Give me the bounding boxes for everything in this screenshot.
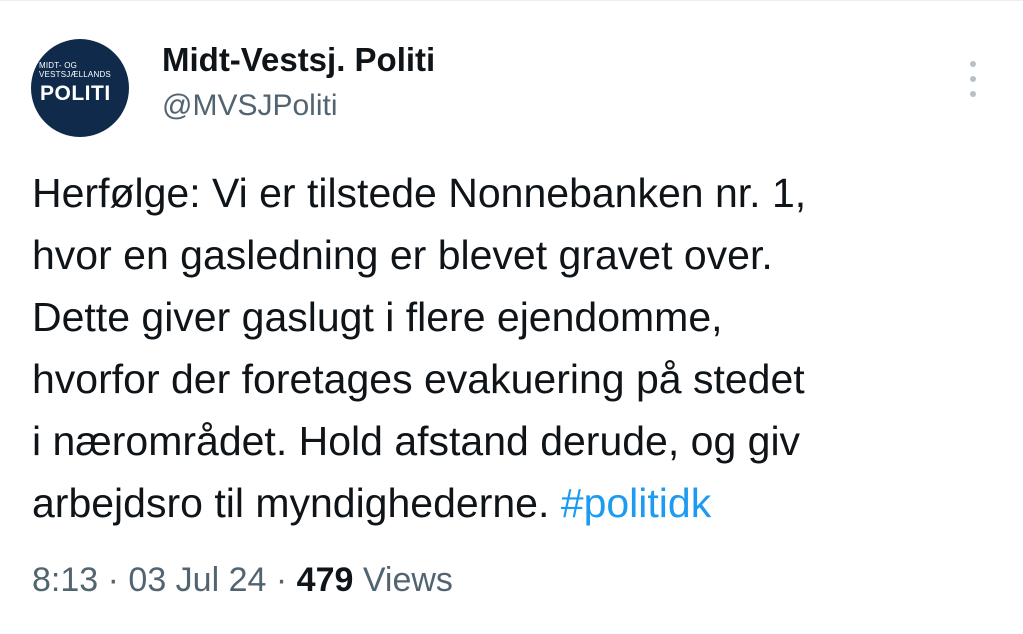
meta-separator: · (107, 561, 119, 599)
display-name[interactable]: Midt-Vestsj. Politi (162, 41, 435, 79)
tweet-date[interactable]: 03 Jul 24 (128, 561, 266, 599)
avatar[interactable]: MIDT- OG VESTSJÆLLANDS POLITI (31, 39, 129, 137)
tweet-line: i nærområdet. Hold afstand derude, og gi… (32, 418, 801, 464)
dot (970, 76, 976, 82)
user-handle[interactable]: @MVSJPoliti (162, 89, 338, 123)
hashtag-link[interactable]: #politidk (561, 480, 711, 526)
views-count: 479 (296, 561, 354, 599)
more-options-icon[interactable] (961, 61, 985, 97)
views-label: Views (362, 561, 453, 599)
tweet-line-last: arbejdsro til myndighederne. #politidk (32, 472, 992, 534)
tweet-line: hvorfor der foretages evakuering på sted… (32, 356, 805, 402)
tweet-line: Dette giver gaslugt i flere ejendomme, (32, 294, 723, 340)
dot (970, 91, 976, 97)
tweet-line: Herfølge: Vi er tilstede Nonnebanken nr.… (32, 170, 807, 216)
avatar-subtitle: MIDT- OG VESTSJÆLLANDS (39, 61, 111, 79)
avatar-title: POLITI (40, 82, 111, 105)
tweet-line-text: arbejdsro til myndighederne. (32, 480, 550, 526)
tweet-time[interactable]: 8:13 (32, 561, 98, 599)
tweet-text: Herfølge: Vi er tilstede Nonnebanken nr.… (32, 162, 992, 534)
tweet-line: hvor en gasledning er blevet gravet over… (32, 232, 773, 278)
tweet-meta: 8:13 · 03 Jul 24 · 479 Views (32, 561, 453, 600)
tweet-card: MIDT- OG VESTSJÆLLANDS POLITI Midt-Vests… (0, 0, 1023, 634)
meta-separator: · (275, 561, 288, 599)
dot (970, 61, 976, 67)
